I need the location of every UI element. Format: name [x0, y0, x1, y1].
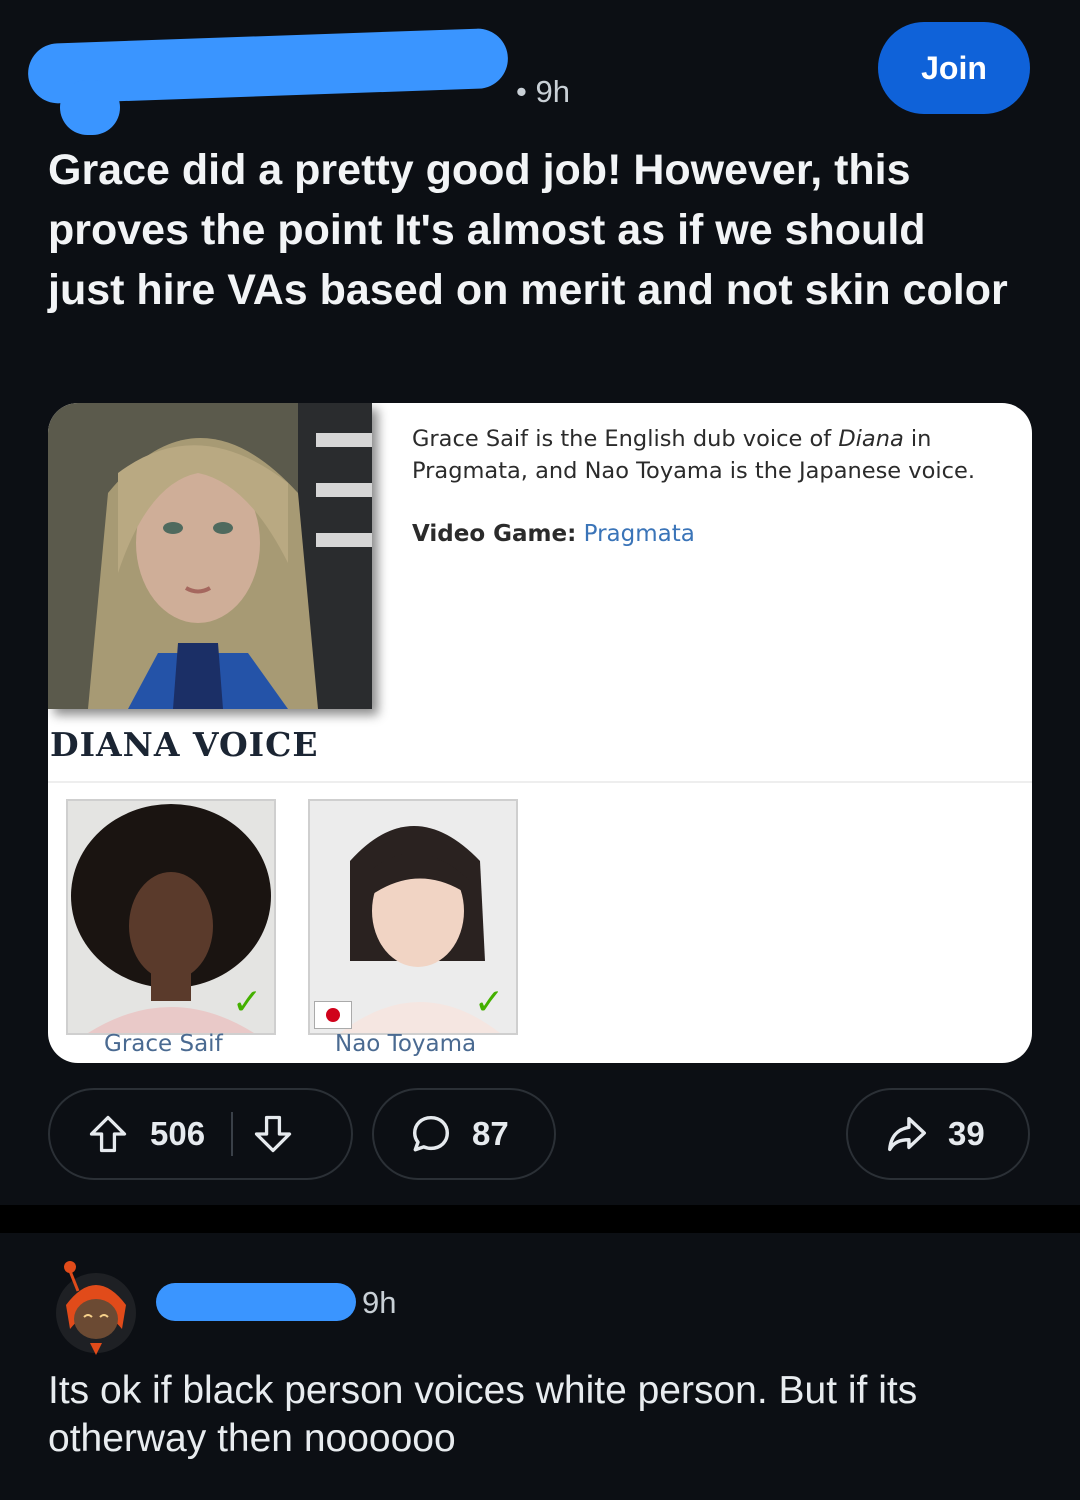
voice-actor-name-grace[interactable]: Grace Saif: [104, 1031, 223, 1057]
downvote-icon[interactable]: [251, 1112, 295, 1156]
comment-text: Its ok if black person voices white pers…: [48, 1369, 918, 1460]
card-divider: [48, 781, 1032, 783]
vote-separator: [231, 1112, 234, 1156]
japan-flag-icon: [314, 1001, 352, 1029]
diana-character-image: [48, 403, 372, 709]
section-divider: [0, 1205, 1080, 1233]
avatar[interactable]: [52, 1257, 140, 1357]
post-title[interactable]: Grace did a pretty good job! However, th…: [48, 140, 1008, 320]
voice-actor-photo-grace[interactable]: ✓: [66, 799, 276, 1035]
upvote-icon[interactable]: [86, 1112, 130, 1156]
comment-count: 87: [472, 1115, 509, 1152]
comment: 9h Its ok if black person voices white p…: [0, 1233, 1080, 1500]
video-game-link[interactable]: Pragmata: [584, 521, 695, 547]
voice-actor-name-nao[interactable]: Nao Toyama: [335, 1031, 476, 1057]
upvote-count: 506: [150, 1115, 206, 1152]
share-count: 39: [948, 1115, 985, 1152]
share-arrow-icon: [884, 1111, 930, 1157]
desc-character-name: Diana: [838, 426, 904, 452]
comment-time: 9h: [362, 1285, 397, 1320]
card-description: Grace Saif is the English dub voice of D…: [412, 423, 1032, 487]
video-game-line: Video Game: Pragmata: [412, 521, 695, 547]
post-time: • 9h: [516, 74, 570, 109]
character-label: DIANA VOICE: [50, 725, 319, 764]
share-button[interactable]: 39: [846, 1088, 1030, 1180]
vote-bar: 506: [48, 1088, 353, 1180]
comments-button[interactable]: 87: [372, 1088, 556, 1180]
video-game-label: Video Game:: [412, 521, 577, 547]
join-button[interactable]: Join: [878, 22, 1030, 114]
desc-text-1: Grace Saif is the English dub voice of: [412, 426, 839, 452]
verified-check-icon: ✓: [232, 981, 263, 1022]
voice-actor-photo-nao[interactable]: ✓: [308, 799, 518, 1035]
redacted-username-stroke: [60, 80, 120, 135]
post: • 9h Join Grace did a pretty good job! H…: [0, 0, 1080, 1205]
redacted-commenter-name: [156, 1283, 356, 1321]
post-image-card[interactable]: DIANA VOICE Grace Saif is the English du…: [48, 403, 1032, 1063]
verified-check-icon: ✓: [474, 981, 505, 1022]
comment-bubble-icon: [408, 1111, 454, 1157]
